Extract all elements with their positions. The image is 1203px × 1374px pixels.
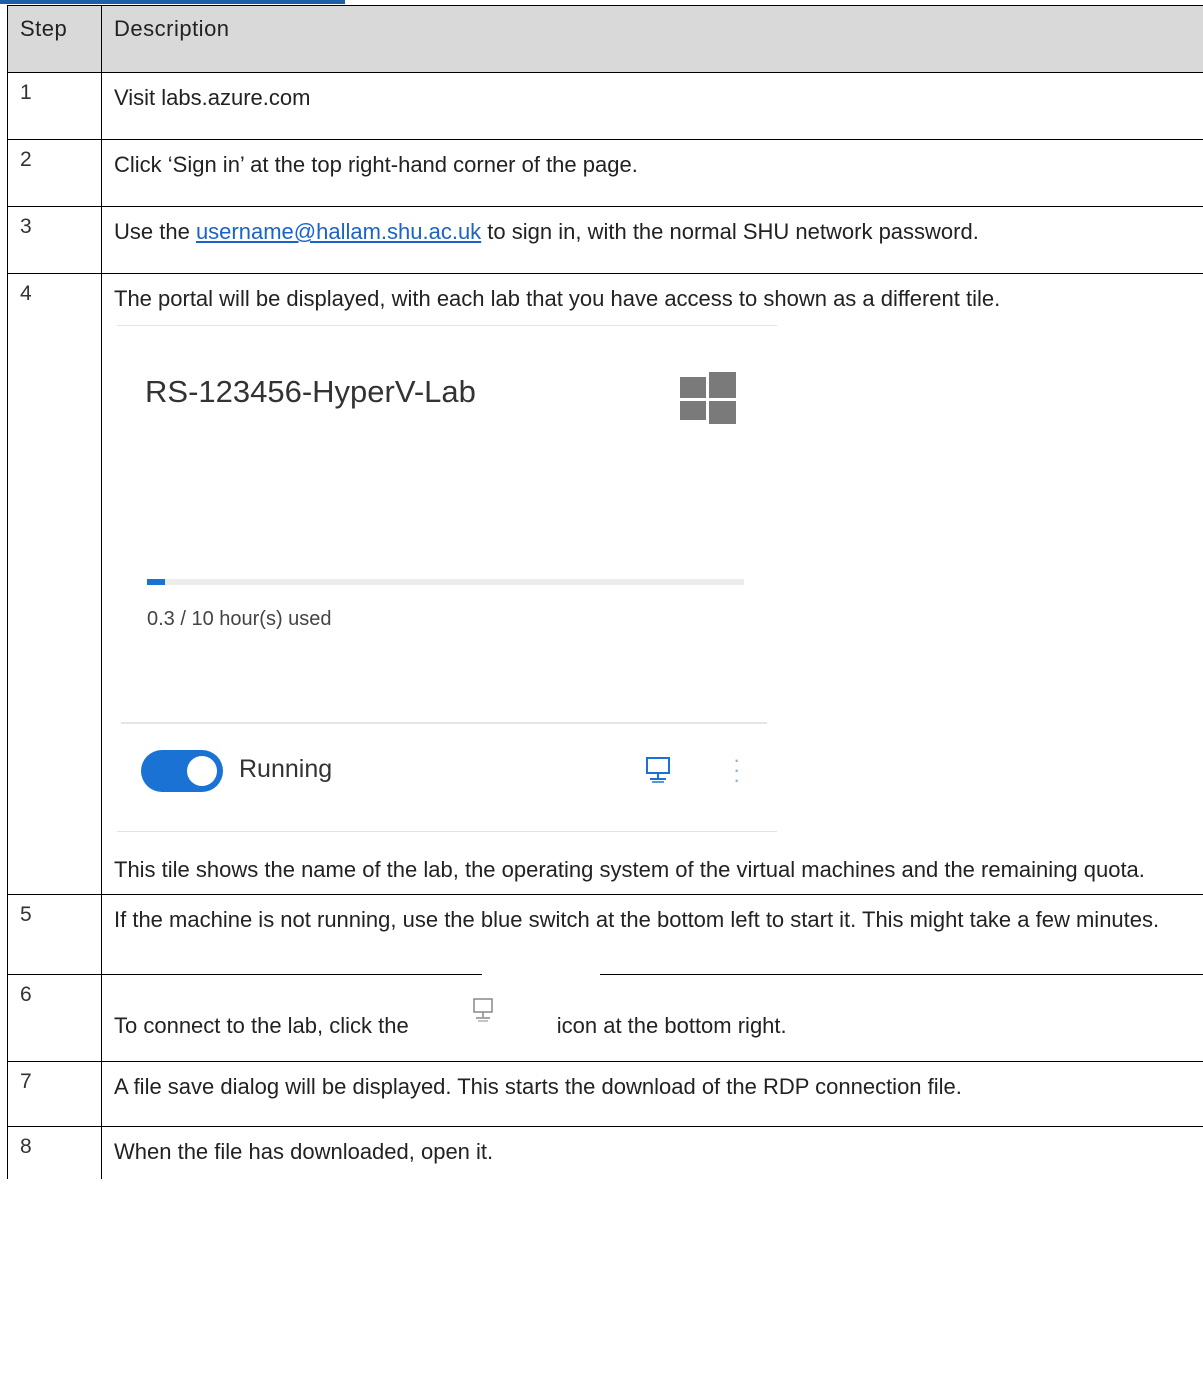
toggle-knob <box>187 756 217 786</box>
step-number: 6 <box>7 974 102 1062</box>
lab-name: RS-123456-HyperV-Lab <box>145 374 476 409</box>
windows-logo-icon <box>680 372 736 424</box>
table-row: 6 To connect to the lab, click the icon … <box>7 973 1203 1062</box>
step-number: 4 <box>7 273 102 895</box>
monitor-icon[interactable] <box>643 755 673 785</box>
step-text-before: Use the <box>114 219 196 244</box>
table-header-row: Step Description <box>7 5 1203 73</box>
step-text-after: icon at the bottom right. <box>556 1013 787 1038</box>
windows-logo-pane <box>709 401 736 424</box>
top-accent-bar <box>0 0 345 4</box>
step-description-cell: To connect to the lab, click the icon at… <box>101 973 1203 1062</box>
table-row: 3 Use the username@hallam.shu.ac.uk to s… <box>7 206 1203 274</box>
monitor-icon <box>472 998 493 1022</box>
tile-divider <box>121 722 767 724</box>
email-link[interactable]: username@hallam.shu.ac.uk <box>196 219 481 244</box>
more-vertical-icon[interactable]: · · · <box>733 749 740 791</box>
lab-tile: RS-123456-HyperV-Lab 0.3 / 10 hour(s) us… <box>117 325 777 835</box>
step-column-header: Step <box>7 5 102 73</box>
table-row: 7 A file save dialog will be displayed. … <box>7 1061 1203 1127</box>
steps-table: Step Description 1 Visit labs.azure.com … <box>7 5 1203 1179</box>
vm-power-toggle[interactable] <box>141 750 223 792</box>
quota-progress-bar <box>147 579 744 585</box>
border-gap <box>482 973 600 977</box>
step-description: When the file has downloaded, open it. <box>101 1126 1203 1179</box>
step-number: 5 <box>7 894 102 975</box>
step-description: Visit labs.azure.com <box>101 72 1203 140</box>
table-row: 2 Click ‘Sign in’ at the top right-hand … <box>7 139 1203 207</box>
step-text-after: to sign in, with the normal SHU network … <box>481 219 979 244</box>
tile-top-border <box>117 325 777 326</box>
step-number: 1 <box>7 72 102 140</box>
table-row: 1 Visit labs.azure.com <box>7 72 1203 140</box>
tile-bottom-border <box>117 831 777 832</box>
step-number: 8 <box>7 1126 102 1179</box>
step-number: 2 <box>7 139 102 207</box>
vm-status-label: Running <box>239 755 333 783</box>
table-row: 5 If the machine is not running, use the… <box>7 894 1203 975</box>
windows-logo-pane <box>680 401 706 420</box>
step-description: Use the username@hallam.shu.ac.uk to sig… <box>101 206 1203 274</box>
step-description: Click ‘Sign in’ at the top right-hand co… <box>101 139 1203 207</box>
table-row: 8 When the file has downloaded, open it. <box>7 1126 1203 1179</box>
step-text-before: To connect to the lab, click the <box>114 1013 409 1038</box>
step-description: A file save dialog will be displayed. Th… <box>101 1061 1203 1127</box>
step-description-cell: The portal will be displayed, with each … <box>101 273 1203 895</box>
description-column-header: Description <box>101 5 1203 73</box>
step-description: The portal will be displayed, with each … <box>114 286 1001 311</box>
quota-progress-fill <box>147 579 165 585</box>
table-row: 4 The portal will be displayed, with eac… <box>7 273 1203 895</box>
step-number: 3 <box>7 206 102 274</box>
step-description: To connect to the lab, click the icon at… <box>114 998 1193 1042</box>
quota-usage-text: 0.3 / 10 hour(s) used <box>147 608 332 630</box>
step-description: If the machine is not running, use the b… <box>101 894 1203 975</box>
windows-logo-pane <box>709 372 736 398</box>
tile-explanation: This tile shows the name of the lab, the… <box>114 857 1145 882</box>
step-number: 7 <box>7 1061 102 1127</box>
windows-logo-pane <box>680 377 706 398</box>
